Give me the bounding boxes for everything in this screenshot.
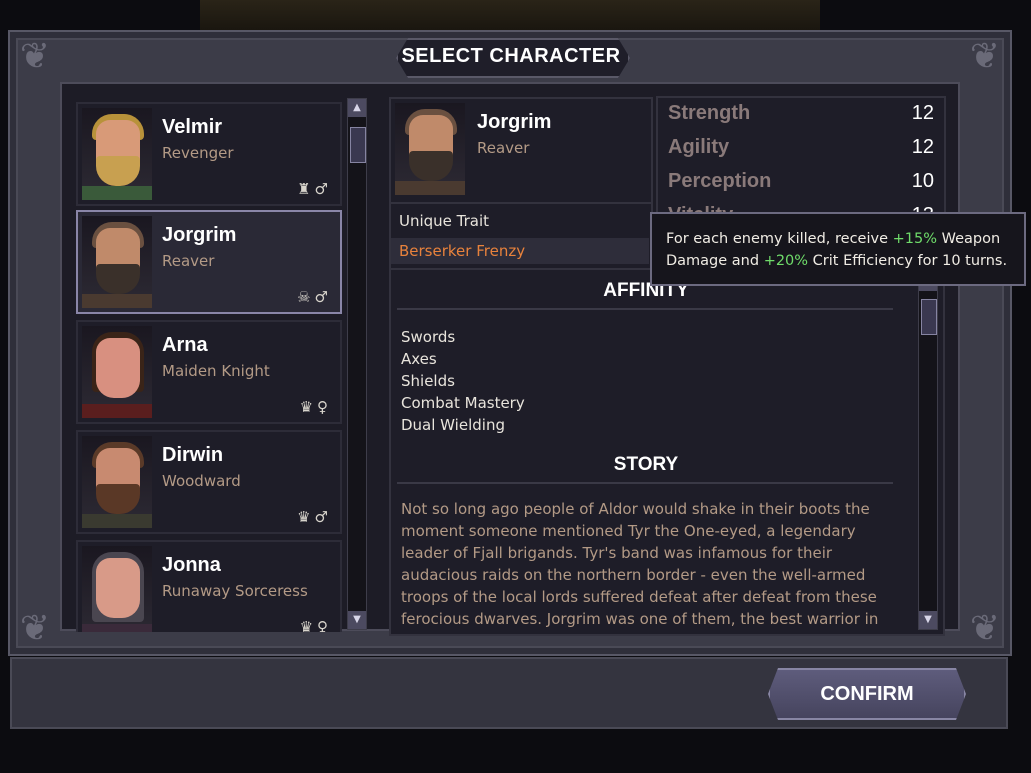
trait-label: Unique Trait bbox=[399, 212, 490, 230]
character-card-jorgrim[interactable]: Jorgrim Reaver ☠♂ bbox=[76, 210, 342, 314]
avatar bbox=[82, 108, 152, 200]
trait-tooltip: For each enemy killed, receive +15% Weap… bbox=[650, 212, 1026, 286]
class-gender-icon: ♛♂ bbox=[297, 508, 332, 526]
affinity-list: Swords Axes Shields Combat Mastery Dual … bbox=[401, 326, 525, 436]
stat-agility: Agility 12 bbox=[668, 136, 934, 166]
character-class: Reaver bbox=[162, 252, 215, 270]
class-gender-icon: ♛♀ bbox=[299, 398, 332, 416]
avatar bbox=[82, 436, 152, 528]
page-title: SELECT CHARACTER bbox=[401, 45, 621, 67]
class-gender-icon: ☠♂ bbox=[297, 288, 332, 306]
tooltip-line: For each enemy killed, receive +15% Weap… bbox=[666, 228, 1010, 250]
ornament-icon: ❦ bbox=[969, 608, 1001, 649]
scroll-down-icon[interactable]: ▼ bbox=[348, 611, 366, 629]
info-scrollbar[interactable]: ▲ ▼ bbox=[918, 272, 938, 630]
story-title: STORY bbox=[613, 454, 679, 475]
character-list-scrollbar[interactable]: ▲ ▼ bbox=[347, 98, 367, 630]
divider bbox=[397, 308, 893, 310]
list-item: Dual Wielding bbox=[401, 416, 505, 434]
character-card-arna[interactable]: Arna Maiden Knight ♛♀ bbox=[76, 320, 342, 424]
character-class: Maiden Knight bbox=[162, 362, 270, 380]
list-item: Swords bbox=[401, 328, 456, 346]
stat-value: 10 bbox=[911, 170, 934, 192]
stat-label: Perception bbox=[668, 170, 772, 192]
character-name: Dirwin bbox=[162, 444, 224, 466]
class-gender-icon: ♛♀ bbox=[299, 618, 332, 632]
ornament-icon: ❦ bbox=[969, 36, 1001, 77]
list-item: Axes bbox=[401, 350, 437, 368]
scroll-down-icon[interactable]: ▼ bbox=[919, 611, 937, 629]
character-list: Velmir Revenger ♜♂ Jorgrim Reaver ☠♂ Arn… bbox=[74, 98, 344, 632]
tooltip-text: Damage and bbox=[666, 253, 764, 269]
character-name: Jorgrim bbox=[162, 224, 237, 246]
selected-character-class: Reaver bbox=[477, 139, 530, 157]
avatar bbox=[82, 216, 152, 308]
stat-value: 12 bbox=[911, 102, 934, 124]
divider bbox=[397, 482, 893, 484]
confirm-button[interactable]: CONFIRM bbox=[768, 668, 966, 720]
trait-berserker-frenzy[interactable]: Berserker Frenzy bbox=[391, 238, 649, 264]
tooltip-text: Crit Efficiency for 10 turns. bbox=[808, 253, 1008, 269]
avatar bbox=[395, 103, 465, 195]
ornament-icon: ❦ bbox=[19, 608, 51, 649]
info-panel: AFFINITY Swords Axes Shields Combat Mast… bbox=[389, 268, 945, 636]
stat-strength: Strength 12 bbox=[668, 102, 934, 132]
stat-label: Strength bbox=[668, 102, 751, 124]
character-card-velmir[interactable]: Velmir Revenger ♜♂ bbox=[76, 102, 342, 206]
scroll-thumb[interactable] bbox=[350, 127, 366, 163]
character-class: Revenger bbox=[162, 144, 234, 162]
character-class: Woodward bbox=[162, 472, 241, 490]
class-gender-icon: ♜♂ bbox=[297, 180, 332, 198]
stats-panel: Strength 12 Agility 12 Perception 10 Vit… bbox=[656, 96, 946, 222]
tooltip-highlight: +20% bbox=[763, 253, 809, 269]
ornament-icon: ❦ bbox=[19, 36, 51, 77]
scroll-thumb[interactable] bbox=[921, 299, 937, 335]
selected-character-panel: Jorgrim Reaver bbox=[389, 97, 653, 205]
character-card-jonna[interactable]: Jonna Runaway Sorceress ♛♀ bbox=[76, 540, 342, 632]
list-item: Shields bbox=[401, 372, 455, 390]
character-class: Runaway Sorceress bbox=[162, 582, 308, 600]
avatar bbox=[82, 546, 152, 632]
stat-perception: Perception 10 bbox=[668, 170, 934, 200]
stat-value: 12 bbox=[911, 136, 934, 158]
tooltip-line: Damage and +20% Crit Efficiency for 10 t… bbox=[666, 250, 1010, 272]
character-name: Jonna bbox=[162, 554, 221, 576]
stat-label: Agility bbox=[668, 136, 730, 158]
tooltip-highlight: +15% bbox=[892, 231, 938, 247]
background-scene bbox=[200, 0, 820, 30]
scroll-up-icon[interactable]: ▲ bbox=[348, 99, 366, 117]
unique-trait-panel: Unique Trait Berserker Frenzy bbox=[389, 202, 653, 270]
tooltip-text: For each enemy killed, receive bbox=[666, 231, 893, 247]
tooltip-text: Weapon bbox=[937, 231, 1001, 247]
story-text: Not so long ago people of Aldor would sh… bbox=[401, 500, 879, 634]
character-name: Arna bbox=[162, 334, 208, 356]
character-card-dirwin[interactable]: Dirwin Woodward ♛♂ bbox=[76, 430, 342, 534]
list-item: Combat Mastery bbox=[401, 394, 525, 412]
selected-character-name: Jorgrim bbox=[477, 111, 552, 133]
avatar bbox=[82, 326, 152, 418]
character-name: Velmir bbox=[162, 116, 223, 138]
